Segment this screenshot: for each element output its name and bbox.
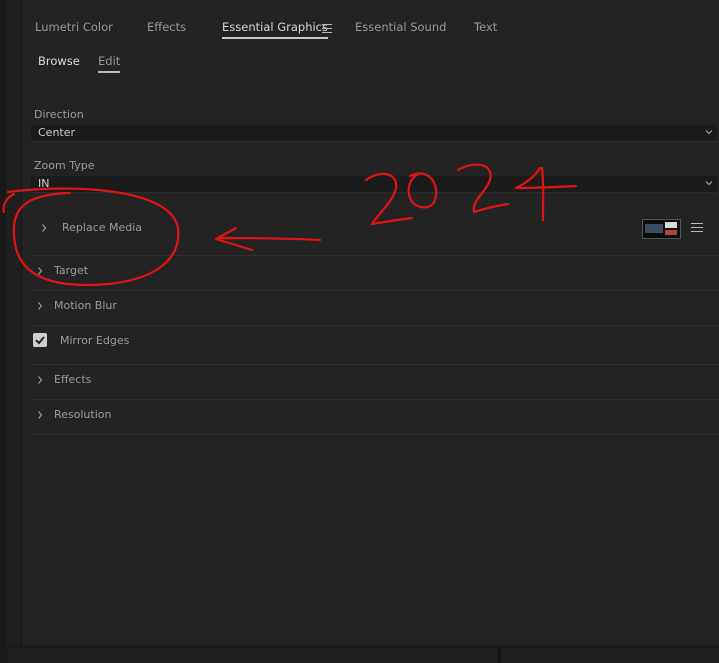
section-label: Target (54, 264, 89, 277)
chevron-right-icon (38, 376, 43, 384)
tab-lumetri-color[interactable]: Lumetri Color (35, 20, 113, 34)
zoom-type-dropdown[interactable]: IN (31, 176, 717, 193)
section-target[interactable]: Target (30, 256, 719, 291)
zoom-type-label: Zoom Type (34, 159, 95, 172)
checkmark-icon (35, 336, 45, 345)
zoom-type-value: IN (38, 177, 50, 190)
section-label: Motion Blur (54, 299, 117, 312)
section-label: Effects (54, 373, 92, 386)
chevron-right-icon (38, 411, 43, 419)
section-label: Replace Media (62, 221, 143, 234)
section-mirror-edges: Mirror Edges (30, 326, 719, 365)
section-resolution[interactable]: Resolution (30, 400, 719, 435)
chevron-down-icon (705, 130, 713, 135)
mirror-edges-checkbox[interactable] (33, 333, 47, 347)
subtab-underline (98, 71, 121, 73)
chevron-right-icon (38, 302, 43, 310)
media-thumbnail[interactable] (642, 219, 681, 239)
tab-effects[interactable]: Effects (147, 20, 186, 34)
tab-essential-graphics[interactable]: Essential Graphics (222, 20, 328, 39)
bottom-panel-left (8, 648, 500, 663)
bottom-panel-right (502, 648, 719, 663)
chevron-right-icon (42, 224, 47, 232)
subtab-edit[interactable]: Edit (98, 54, 121, 73)
active-tab-underline (222, 37, 328, 39)
section-label: Resolution (54, 408, 112, 421)
subtab-browse[interactable]: Browse (38, 54, 80, 68)
section-motion-blur[interactable]: Motion Blur (30, 291, 719, 326)
section-replace-media[interactable]: Replace Media (30, 210, 719, 256)
panel-menu-icon[interactable] (322, 24, 332, 33)
section-effects[interactable]: Effects (30, 365, 719, 400)
chevron-right-icon (38, 267, 43, 275)
hamburger-menu-icon[interactable] (691, 223, 703, 233)
chevron-down-icon (705, 181, 713, 186)
direction-label: Direction (34, 108, 84, 121)
direction-dropdown[interactable]: Center (31, 125, 717, 142)
tab-essential-sound[interactable]: Essential Sound (355, 20, 446, 34)
section-label: Mirror Edges (60, 334, 130, 347)
tab-text[interactable]: Text (474, 20, 497, 34)
panel-gutter (6, 0, 22, 648)
direction-value: Center (38, 126, 76, 139)
